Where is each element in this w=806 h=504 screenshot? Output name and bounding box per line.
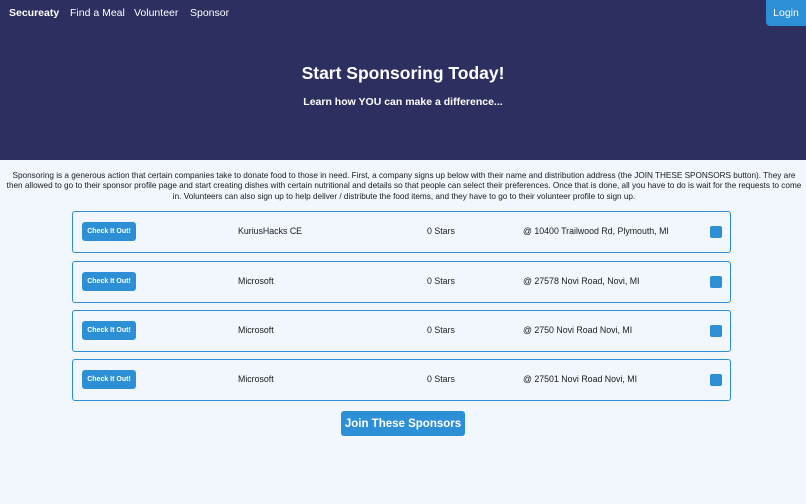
sponsor-name: Microsoft <box>238 374 274 384</box>
sponsor-select-checkbox[interactable] <box>710 374 722 386</box>
sponsor-card: Check It Out! Microsoft 0 Stars @ 2750 N… <box>72 310 731 352</box>
sponsor-address: @ 27501 Novi Road Novi, MI <box>523 374 638 384</box>
sponsor-select-checkbox[interactable] <box>710 276 722 288</box>
sponsor-card: Check It Out! Microsoft 0 Stars @ 27501 … <box>72 359 731 401</box>
sponsor-address: @ 10400 Trailwood Rd, Plymouth, MI <box>523 226 669 236</box>
login-button[interactable]: Login <box>766 0 806 26</box>
top-navbar: Secureaty Find a Meal Volunteer Sponsor … <box>0 0 806 26</box>
sponsor-card: Check It Out! Microsoft 0 Stars @ 27578 … <box>72 261 731 303</box>
sponsor-stars: 0 Stars <box>427 226 455 236</box>
check-it-out-button[interactable]: Check It Out! <box>82 321 136 340</box>
check-it-out-button[interactable]: Check It Out! <box>82 222 136 241</box>
sponsor-select-checkbox[interactable] <box>710 325 722 337</box>
sponsor-name: Microsoft <box>238 276 274 286</box>
hero-banner: Secureaty Find a Meal Volunteer Sponsor … <box>0 0 806 160</box>
brand-logo[interactable]: Secureaty <box>9 7 59 19</box>
join-these-sponsors-button[interactable]: Join These Sponsors <box>341 411 465 436</box>
sponsor-name: Microsoft <box>238 325 274 335</box>
sponsor-name: KuriusHacks CE <box>238 226 303 236</box>
sponsor-card: Check It Out! KuriusHacks CE 0 Stars @ 1… <box>72 211 731 253</box>
sponsor-stars: 0 Stars <box>427 276 455 286</box>
page-subtitle: Learn how YOU can make a difference... <box>303 96 503 108</box>
nav-link-sponsor[interactable]: Sponsor <box>190 7 229 19</box>
sponsor-stars: 0 Stars <box>427 374 455 384</box>
check-it-out-button[interactable]: Check It Out! <box>82 370 136 389</box>
sponsor-address: @ 2750 Novi Road Novi, MI <box>523 325 633 335</box>
nav-link-volunteer[interactable]: Volunteer <box>134 7 178 19</box>
sponsor-stars: 0 Stars <box>427 325 455 335</box>
check-it-out-button[interactable]: Check It Out! <box>82 272 136 291</box>
sponsor-address: @ 27578 Novi Road, Novi, MI <box>523 276 640 286</box>
sponsor-select-checkbox[interactable] <box>710 226 722 238</box>
nav-link-find-a-meal[interactable]: Find a Meal <box>70 7 125 19</box>
intro-paragraph: Sponsoring is a generous action that cer… <box>6 171 802 201</box>
page-title: Start Sponsoring Today! <box>301 63 505 83</box>
